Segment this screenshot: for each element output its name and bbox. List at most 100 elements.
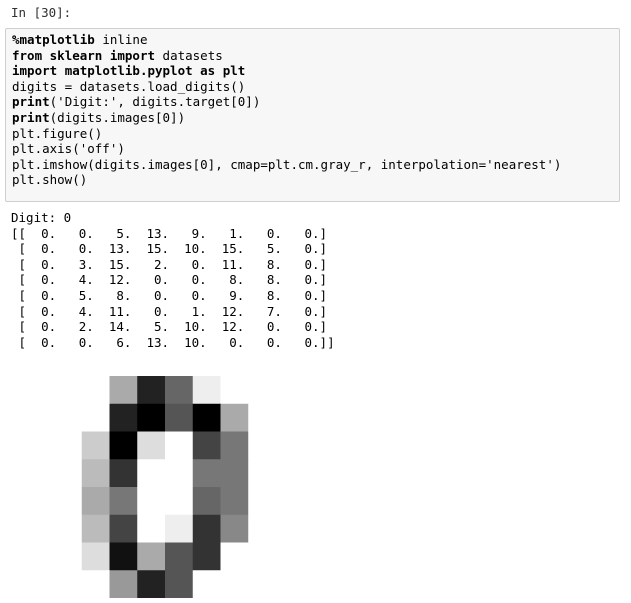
image-pixel (192, 376, 221, 405)
image-pixel (192, 403, 221, 432)
image-pixel (165, 514, 194, 543)
code-keyword: plt (222, 63, 246, 79)
image-pixel (192, 431, 221, 460)
image-pixel (165, 487, 194, 516)
code-line: plt.imshow(digits.images[0], cmap=plt.cm… (12, 157, 619, 173)
image-pixel (109, 487, 138, 516)
image-pixel (137, 487, 166, 516)
image-pixel (248, 514, 276, 543)
image-pixel (137, 376, 166, 405)
code-line: print(digits.images[0]) (12, 110, 619, 126)
code-text: ('Digit:', digits.target[0]) (49, 94, 261, 110)
image-pixel (248, 431, 276, 460)
image-pixel (248, 403, 276, 432)
image-pixel (81, 487, 110, 516)
image-pixel (192, 514, 221, 543)
code-text: plt.axis('off') (12, 141, 125, 157)
code-text: digits = datasets.load_digits() (12, 78, 246, 94)
image-pixel (220, 487, 249, 516)
code-line: import matplotlib.pyplot as plt (12, 63, 619, 79)
image-pixel (109, 459, 138, 488)
code-text: inline (94, 32, 148, 47)
code-text: plt.figure() (12, 125, 103, 141)
image-pixel (81, 459, 110, 488)
image-pixel (192, 487, 221, 516)
image-pixel (137, 431, 166, 460)
image-pixel (165, 542, 194, 571)
input-prompt: In [30]: (11, 5, 72, 20)
array-row-output: [ 0. 3. 15. 2. 0. 11. 8. 0.] (11, 256, 328, 272)
image-pixel (192, 570, 221, 598)
image-pixel (137, 570, 166, 598)
code-text: datasets (155, 47, 223, 63)
image-pixel (248, 376, 276, 405)
code-keyword: print (12, 109, 50, 125)
image-pixel (81, 376, 110, 405)
code-line: plt.figure() (12, 126, 619, 142)
code-line: print('Digit:', digits.target[0]) (12, 94, 619, 110)
image-pixel (54, 514, 83, 543)
image-pixel (54, 403, 83, 432)
image-pixel (220, 570, 249, 598)
code-keyword: as (200, 63, 216, 79)
image-pixel (109, 403, 138, 432)
image-pixel (248, 570, 276, 598)
image-pixel (220, 376, 249, 405)
image-pixel (54, 570, 83, 598)
code-input-cell[interactable]: %matplotlib inline from sklearn import da… (5, 28, 620, 202)
image-pixel (220, 403, 249, 432)
image-pixel (220, 459, 249, 488)
image-pixel (137, 403, 166, 432)
image-pixel (109, 542, 138, 571)
code-keyword: import (109, 47, 156, 63)
image-pixel (165, 431, 194, 460)
array-row-output: [ 0. 0. 6. 13. 10. 0. 0. 0.]] (11, 334, 335, 350)
image-pixel (109, 376, 138, 405)
image-pixel (248, 487, 276, 516)
image-pixel (54, 487, 83, 516)
image-pixel (81, 403, 110, 432)
image-pixel (109, 570, 138, 598)
code-keyword: %matplotlib (12, 32, 95, 47)
image-pixel (248, 542, 276, 571)
code-line: %matplotlib inline (12, 32, 619, 48)
code-text: (digits.images[0]) (49, 109, 186, 125)
image-pixel (81, 514, 110, 543)
digit-image-plot (54, 376, 276, 598)
image-pixel (109, 514, 138, 543)
image-pixel (81, 570, 110, 598)
code-text: plt.show() (12, 172, 88, 188)
image-pixel (165, 403, 194, 432)
code-line: digits = datasets.load_digits() (12, 79, 619, 95)
image-pixel (137, 542, 166, 571)
code-keyword: import (12, 63, 58, 79)
image-pixel (137, 459, 166, 488)
code-keyword: from (12, 47, 43, 63)
code-line: from sklearn import datasets (12, 48, 619, 64)
image-pixel (54, 459, 83, 488)
image-pixel (54, 376, 83, 405)
image-pixel (109, 431, 138, 460)
image-pixel (192, 542, 221, 571)
image-pixel (165, 459, 194, 488)
code-keyword: matplotlib.pyplot (64, 63, 193, 79)
array-row-output: [ 0. 4. 12. 0. 0. 8. 8. 0.] (11, 272, 328, 288)
code-text: plt.imshow(digits.images[0], cmap=plt.cm… (12, 156, 562, 172)
code-line: plt.axis('off') (12, 141, 619, 157)
array-row-output: [ 0. 2. 14. 5. 10. 12. 0. 0.] (11, 319, 328, 335)
array-row-output: [ 0. 4. 11. 0. 1. 12. 7. 0.] (11, 303, 328, 319)
image-pixel (54, 431, 83, 460)
image-pixel (248, 459, 276, 488)
cell-output: Digit: 0[[ 0. 0. 5. 13. 9. 1. 0. 0.] [ 0… (11, 210, 335, 350)
code-line: plt.show() (12, 172, 619, 188)
digit-label-output: Digit: 0 (11, 210, 72, 225)
image-pixel (192, 459, 221, 488)
image-pixel (81, 431, 110, 460)
image-pixel (165, 570, 194, 598)
code-keyword: print (12, 94, 50, 110)
image-pixel (220, 542, 249, 571)
